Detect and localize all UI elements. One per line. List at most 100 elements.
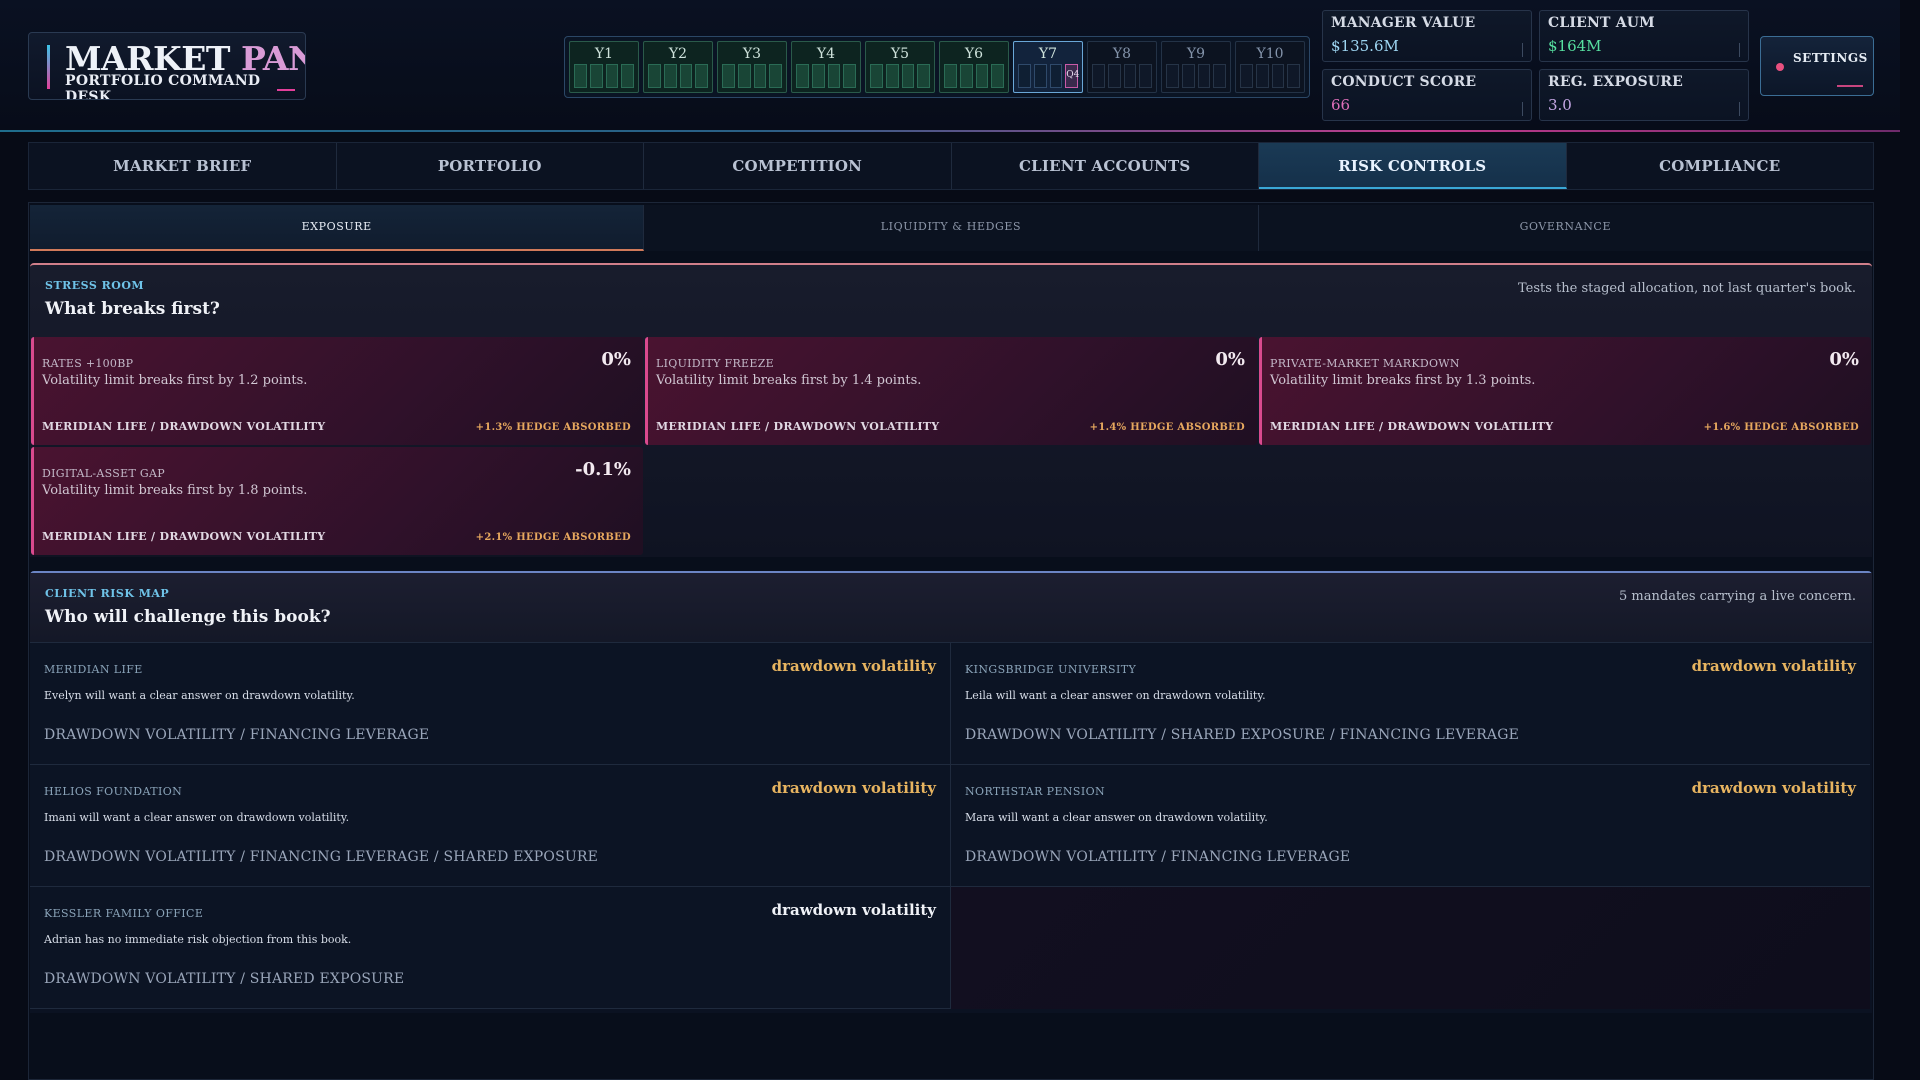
tab-client-accounts[interactable]: CLIENT ACCOUNTS — [952, 143, 1259, 189]
tab-market-brief[interactable]: MARKET BRIEF — [29, 143, 337, 189]
subtab-liquidity-hedges[interactable]: LIQUIDITY & HEDGES — [644, 205, 1259, 251]
stat-value: 3.0 — [1548, 96, 1572, 114]
year-label: Y10 — [1256, 46, 1284, 62]
settings-button[interactable]: SETTINGS — [1760, 36, 1874, 96]
year-label: Y1 — [594, 46, 614, 62]
risk-map-header: CLIENT RISK MAP Who will challenge this … — [30, 573, 1872, 643]
year-label: Y5 — [890, 46, 910, 62]
client-tags: DRAWDOWN VOLATILITY / SHARED EXPOSURE — [44, 971, 405, 987]
client-tags: DRAWDOWN VOLATILITY / FINANCING LEVERAGE… — [44, 849, 599, 865]
stat-client-aum: CLIENT AUM $164M — [1539, 10, 1749, 62]
year-label: Y6 — [964, 46, 984, 62]
client-name: HELIOS FOUNDATION — [44, 785, 183, 798]
client-name: MERIDIAN LIFE — [44, 663, 143, 676]
subtab-governance[interactable]: GOVERNANCE — [1258, 205, 1872, 251]
stat-value: 66 — [1331, 96, 1351, 114]
tab-competition[interactable]: COMPETITION — [644, 143, 952, 189]
year-y4[interactable]: Y4 — [791, 41, 861, 93]
year-label: Y2 — [668, 46, 688, 62]
stress-scenario-desc: Volatility limit breaks first by 1.3 poi… — [1270, 373, 1536, 388]
year-y10[interactable]: Y10 — [1235, 41, 1305, 93]
stress-card-private-market-markdown[interactable]: PRIVATE-MARKET MARKDOWN 0% Volatility li… — [1259, 337, 1871, 445]
top-bar: MARKET PANIC PORTFOLIO COMMAND DESK Y1 Y… — [0, 0, 1900, 132]
section-title: What breaks first? — [45, 299, 220, 319]
year-timeline: Y1 Y2 Y3 Y4 Y5 Y6 Y7 Q4 Y8 Y9 Y10 — [564, 36, 1310, 98]
stress-scenario-desc: Volatility limit breaks first by 1.2 poi… — [42, 373, 308, 388]
settings-label: SETTINGS — [1793, 51, 1868, 65]
year-label: Y3 — [742, 46, 762, 62]
stress-scenario-name: RATES +100BP — [42, 357, 134, 370]
stress-card-rates[interactable]: RATES +100BP 0% Volatility limit breaks … — [31, 337, 643, 445]
status-dot-icon — [1776, 63, 1784, 71]
stress-scenario-name: LIQUIDITY FREEZE — [656, 357, 774, 370]
client-description: Adrian has no immediate risk objection f… — [44, 933, 352, 946]
current-quarter-marker: Q4 — [1065, 64, 1080, 88]
year-y7[interactable]: Y7 Q4 — [1013, 41, 1083, 93]
stat-reg-exposure: REG. EXPOSURE 3.0 — [1539, 69, 1749, 121]
tab-portfolio[interactable]: PORTFOLIO — [337, 143, 644, 189]
client-tags: DRAWDOWN VOLATILITY / FINANCING LEVERAGE — [965, 849, 1351, 865]
risk-controls-panel: EXPOSURE LIQUIDITY & HEDGES GOVERNANCE S… — [28, 202, 1874, 1080]
section-note: Tests the staged allocation, not last qu… — [1517, 281, 1856, 296]
section-kicker: CLIENT RISK MAP — [45, 587, 170, 600]
stat-value: $135.6M — [1331, 37, 1399, 55]
stress-scenario-footer: MERIDIAN LIFE / DRAWDOWN VOLATILITY — [656, 420, 940, 433]
client-card-helios-foundation[interactable]: HELIOS FOUNDATION drawdown volatility Im… — [30, 765, 950, 887]
client-card-kingsbridge-university[interactable]: KINGSBRIDGE UNIVERSITY drawdown volatili… — [950, 643, 1870, 765]
client-concern: drawdown volatility — [771, 779, 936, 797]
year-y9[interactable]: Y9 — [1161, 41, 1231, 93]
logo-underline — [277, 89, 295, 91]
tab-compliance[interactable]: COMPLIANCE — [1567, 143, 1874, 189]
stat-conduct-score: CONDUCT SCORE 66 — [1322, 69, 1532, 121]
client-concern: drawdown volatility — [1691, 779, 1856, 797]
section-kicker: STRESS ROOM — [45, 279, 145, 292]
section-title: Who will challenge this book? — [45, 607, 331, 627]
client-concern: drawdown volatility — [771, 901, 936, 919]
client-description: Mara will want a clear answer on drawdow… — [965, 811, 1268, 824]
tab-risk-controls[interactable]: RISK CONTROLS — [1259, 143, 1567, 189]
client-card-kessler-family-office[interactable]: KESSLER FAMILY OFFICE drawdown volatilit… — [30, 887, 950, 1009]
client-description: Leila will want a clear answer on drawdo… — [965, 689, 1266, 702]
section-note: 5 mandates carrying a live concern. — [1619, 589, 1856, 604]
stress-scenario-footer: MERIDIAN LIFE / DRAWDOWN VOLATILITY — [42, 420, 326, 433]
year-label: Y4 — [816, 46, 836, 62]
year-y8[interactable]: Y8 — [1087, 41, 1157, 93]
stress-hedge-absorbed: +1.6% HEDGE ABSORBED — [1703, 422, 1859, 433]
stress-card-digital-asset-gap[interactable]: DIGITAL-ASSET GAP -0.1% Volatility limit… — [31, 447, 643, 555]
app-logo: MARKET PANIC PORTFOLIO COMMAND DESK — [28, 32, 306, 100]
stress-scenario-value: 0% — [1829, 349, 1859, 370]
client-tags: DRAWDOWN VOLATILITY / SHARED EXPOSURE / … — [965, 727, 1520, 743]
year-y1[interactable]: Y1 — [569, 41, 639, 93]
stress-scenario-desc: Volatility limit breaks first by 1.8 poi… — [42, 483, 308, 498]
stat-label: CONDUCT SCORE — [1331, 74, 1477, 90]
client-name: NORTHSTAR PENSION — [965, 785, 1106, 798]
client-name: KESSLER FAMILY OFFICE — [44, 907, 204, 920]
stress-scenario-desc: Volatility limit breaks first by 1.4 poi… — [656, 373, 922, 388]
stress-scenario-footer: MERIDIAN LIFE / DRAWDOWN VOLATILITY — [42, 530, 326, 543]
year-y2[interactable]: Y2 — [643, 41, 713, 93]
main-tabs: MARKET BRIEF PORTFOLIO COMPETITION CLIEN… — [28, 142, 1874, 190]
subtab-exposure[interactable]: EXPOSURE — [30, 205, 645, 251]
stat-label: REG. EXPOSURE — [1548, 74, 1683, 90]
client-concern: drawdown volatility — [1691, 657, 1856, 675]
client-description: Evelyn will want a clear answer on drawd… — [44, 689, 355, 702]
year-y5[interactable]: Y5 — [865, 41, 935, 93]
client-description: Imani will want a clear answer on drawdo… — [44, 811, 350, 824]
current-quarter-label: Q4 — [1066, 70, 1080, 80]
client-card-meridian-life[interactable]: MERIDIAN LIFE drawdown volatility Evelyn… — [30, 643, 950, 765]
year-y3[interactable]: Y3 — [717, 41, 787, 93]
settings-underline — [1837, 85, 1863, 87]
stress-hedge-absorbed: +1.3% HEDGE ABSORBED — [475, 422, 631, 433]
client-card-northstar-pension[interactable]: NORTHSTAR PENSION drawdown volatility Ma… — [950, 765, 1870, 887]
year-y6[interactable]: Y6 — [939, 41, 1009, 93]
stress-scenario-value: 0% — [1215, 349, 1245, 370]
year-label: Y8 — [1112, 46, 1132, 62]
stat-label: MANAGER VALUE — [1331, 15, 1476, 31]
stress-scenario-value: -0.1% — [575, 459, 631, 480]
stress-hedge-absorbed: +1.4% HEDGE ABSORBED — [1089, 422, 1245, 433]
stress-room-section: STRESS ROOM What breaks first? Tests the… — [30, 263, 1872, 557]
empty-client-slot — [950, 887, 1870, 1009]
stress-scenario-name: DIGITAL-ASSET GAP — [42, 467, 165, 480]
stress-card-liquidity-freeze[interactable]: LIQUIDITY FREEZE 0% Volatility limit bre… — [645, 337, 1257, 445]
stress-hedge-absorbed: +2.1% HEDGE ABSORBED — [475, 532, 631, 543]
